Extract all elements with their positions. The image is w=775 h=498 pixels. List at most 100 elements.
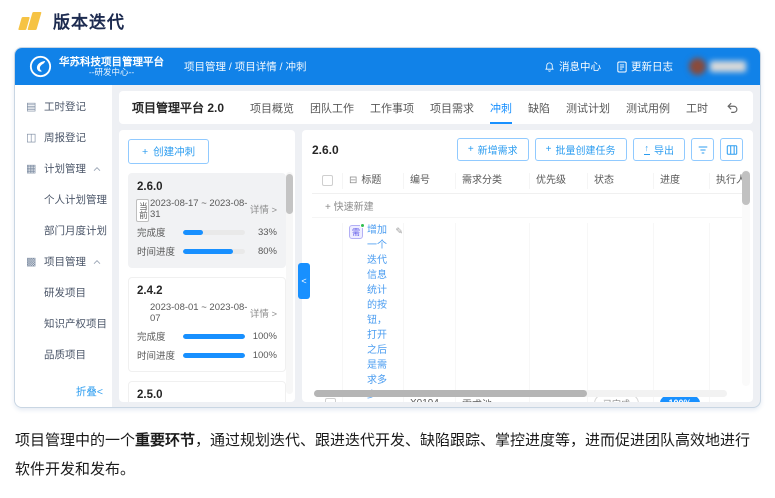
work-items-panel: 2.6.0 +新增需求+批量创建任务↑导出 ⊟ 标题 编号 需求分类 优先级 (302, 130, 753, 402)
tab-project-overview[interactable]: 项目概览 (250, 91, 294, 124)
export-button[interactable]: ↑导出 (633, 138, 686, 161)
tab-test-plan[interactable]: 测试计划 (566, 91, 610, 124)
sidebar-item-department-monthly-plan[interactable]: 部门月度计划 (15, 215, 112, 246)
weekly-report-icon: ◫ (26, 131, 38, 144)
project-header: 项目管理平台 2.0 项目概览团队工作工作事项项目需求冲刺缺陷测试计划测试用例工… (119, 91, 753, 124)
sidebar-item-personal-plan[interactable]: 个人计划管理 (15, 184, 112, 215)
sort-button[interactable] (691, 138, 714, 161)
time-progress-label: 时间进度 (137, 244, 177, 258)
sidebar-item-label: 部门月度计划 (44, 223, 107, 238)
time-progress-bar (183, 353, 245, 358)
table-header: ⊟ 标题 编号 需求分类 优先级 状态 进度 执行人 (312, 168, 743, 194)
sidebar-item-label: 研发项目 (44, 285, 86, 300)
description-text: 项目管理中的一个重要环节，通过规划迭代、跟进迭代开发、缺陷跟踪、掌控进度等，进而… (15, 426, 763, 485)
table-horizontal-scrollbar (314, 390, 727, 397)
tab-requirements[interactable]: 项目需求 (430, 91, 474, 124)
project-icon: ▩ (26, 255, 38, 268)
sidebar-item-plan-management[interactable]: ▦计划管理 (15, 153, 112, 184)
sidebar-item-quality-project[interactable]: 品质项目 (15, 339, 112, 370)
sidebar-item-label: 工时登记 (44, 99, 86, 114)
edit-icon[interactable]: ✎ (395, 226, 403, 237)
message-center-button[interactable]: 消息中心 (544, 59, 601, 74)
tab-label: 工时 (686, 100, 708, 116)
table-horizontal-scrollbar-thumb[interactable] (314, 390, 587, 397)
timesheet-icon: ▤ (26, 100, 38, 113)
sprint-card[interactable]: 2.4.22023-08-01 ~ 2023-08-07详情 >完成度100%时… (128, 277, 286, 372)
chevron-left-icon: < (97, 386, 103, 398)
table-vertical-scrollbar (742, 170, 750, 386)
create-sprint-button[interactable]: + 创建冲刺 (128, 139, 209, 164)
chevron-up-icon (93, 166, 101, 172)
plus-icon: + (142, 146, 148, 158)
sidebar-item-project-management[interactable]: ▩项目管理 (15, 246, 112, 277)
app-topbar: 华苏科技项目管理平台 --研发中心-- 项目管理 / 项目详情 / 冲刺 消息中… (15, 48, 760, 85)
tab-label: 测试用例 (626, 100, 670, 116)
tab-label: 冲刺 (490, 100, 512, 116)
completion-label: 完成度 (137, 225, 177, 239)
table-vertical-scrollbar-thumb[interactable] (742, 171, 750, 205)
completion-bar (183, 334, 245, 339)
sort-icon (697, 144, 709, 156)
description-bold: 重要环节 (135, 432, 195, 449)
columns-button[interactable] (720, 138, 743, 161)
sprint-version-title: 2.6.0 (312, 143, 339, 157)
sprint-scrollbar (286, 172, 293, 394)
sprint-detail-link[interactable]: 详情 > (250, 202, 277, 216)
quick-create-button[interactable]: + 快速新建 (312, 194, 743, 218)
time-progress-bar (183, 249, 245, 254)
add-requirement-button[interactable]: +新增需求 (457, 138, 529, 161)
completion-bar (183, 230, 245, 235)
sprint-card[interactable]: 2.6.0当前2023-08-17 ~ 2023-08-31详情 >完成度33%… (128, 173, 286, 268)
sprint-version: 2.4.2 (137, 285, 277, 297)
user-name-redacted (710, 61, 746, 72)
plan-icon: ▦ (26, 162, 38, 175)
sidebar-item-rd-project[interactable]: 研发项目 (15, 277, 112, 308)
export-icon: ↑ (644, 144, 651, 155)
time-progress-label: 时间进度 (137, 348, 177, 362)
project-title: 项目管理平台 2.0 (132, 99, 224, 116)
tab-hours[interactable]: 工时 (686, 91, 708, 124)
columns-icon (726, 144, 738, 156)
sidebar-item-label: 知识产权项目 (44, 316, 107, 331)
tab-defects[interactable]: 缺陷 (528, 91, 550, 124)
batch-create-tasks-button[interactable]: +批量创建任务 (535, 138, 627, 161)
update-log-button[interactable]: 更新日志 (617, 59, 673, 74)
row-checkbox[interactable] (325, 398, 336, 403)
tab-team-work[interactable]: 团队工作 (310, 91, 354, 124)
row-category: 需求池 (455, 223, 529, 402)
plus-icon: + (546, 144, 552, 155)
select-all-checkbox[interactable] (322, 175, 333, 186)
section-bullet-icon (18, 11, 42, 30)
tab-test-cases[interactable]: 测试用例 (626, 91, 670, 124)
panel-collapse-handle[interactable]: < (298, 263, 310, 299)
sprint-version: 2.5.0 (137, 389, 277, 401)
tab-label: 团队工作 (310, 100, 354, 116)
tab-sprint[interactable]: 冲刺 (490, 91, 512, 124)
sprint-card[interactable]: 2.5.02023-07-19 ~ 2023-08-22详情 >完成度100%时… (128, 381, 286, 402)
tab-work-items[interactable]: 工作事项 (370, 91, 414, 124)
back-icon[interactable] (725, 101, 740, 115)
sidebar-item-label: 个人计划管理 (44, 192, 107, 207)
sprint-list-panel: + 创建冲刺 2.6.0当前2023-08-17 ~ 2023-08-31详情 … (119, 130, 295, 402)
completion-value: 33% (251, 227, 277, 238)
sprint-date-range: 2023-08-17 ~ 2023-08-31 (150, 198, 250, 220)
sidebar-item-ip-project[interactable]: 知识产权项目 (15, 308, 112, 339)
user-menu[interactable] (689, 58, 746, 75)
sidebar-collapse-button[interactable]: 折叠< (76, 384, 103, 399)
brand-title: 华苏科技项目管理平台 (59, 56, 164, 68)
collapse-rows-icon[interactable]: ⊟ (349, 173, 357, 189)
sidebar-item-timesheet[interactable]: ▤ 工时登记 (15, 91, 112, 122)
tab-label: 测试计划 (566, 100, 610, 116)
row-code: X0194 (403, 223, 455, 402)
sidebar-item-weekly-report[interactable]: ◫周报登记 (15, 122, 112, 153)
tab-bar: 项目概览团队工作工作事项项目需求冲刺缺陷测试计划测试用例工时更多∨ (250, 91, 715, 124)
time-progress-value: 100% (251, 350, 277, 361)
sprint-detail-link[interactable]: 详情 > (250, 306, 277, 320)
sidebar-item-label: 品质项目 (44, 347, 86, 362)
row-title-link[interactable]: 增加一个 迭代信息统计的按钮，打开之后是需求多少个，分别属于什么需求分类，缺陷多… (367, 223, 391, 402)
bell-icon (544, 61, 555, 73)
tab-label: 缺陷 (528, 100, 550, 116)
sidebar: ▤ 工时登记 ◫周报登记▦计划管理个人计划管理部门月度计划 ▩项目管理研发项目知识产权… (15, 85, 112, 408)
table-row: 需增加一个 迭代信息统计的按钮，打开之后是需求多少个，分别属于什么需求分类，缺陷… (312, 218, 743, 402)
sprint-scrollbar-thumb[interactable] (286, 174, 293, 214)
